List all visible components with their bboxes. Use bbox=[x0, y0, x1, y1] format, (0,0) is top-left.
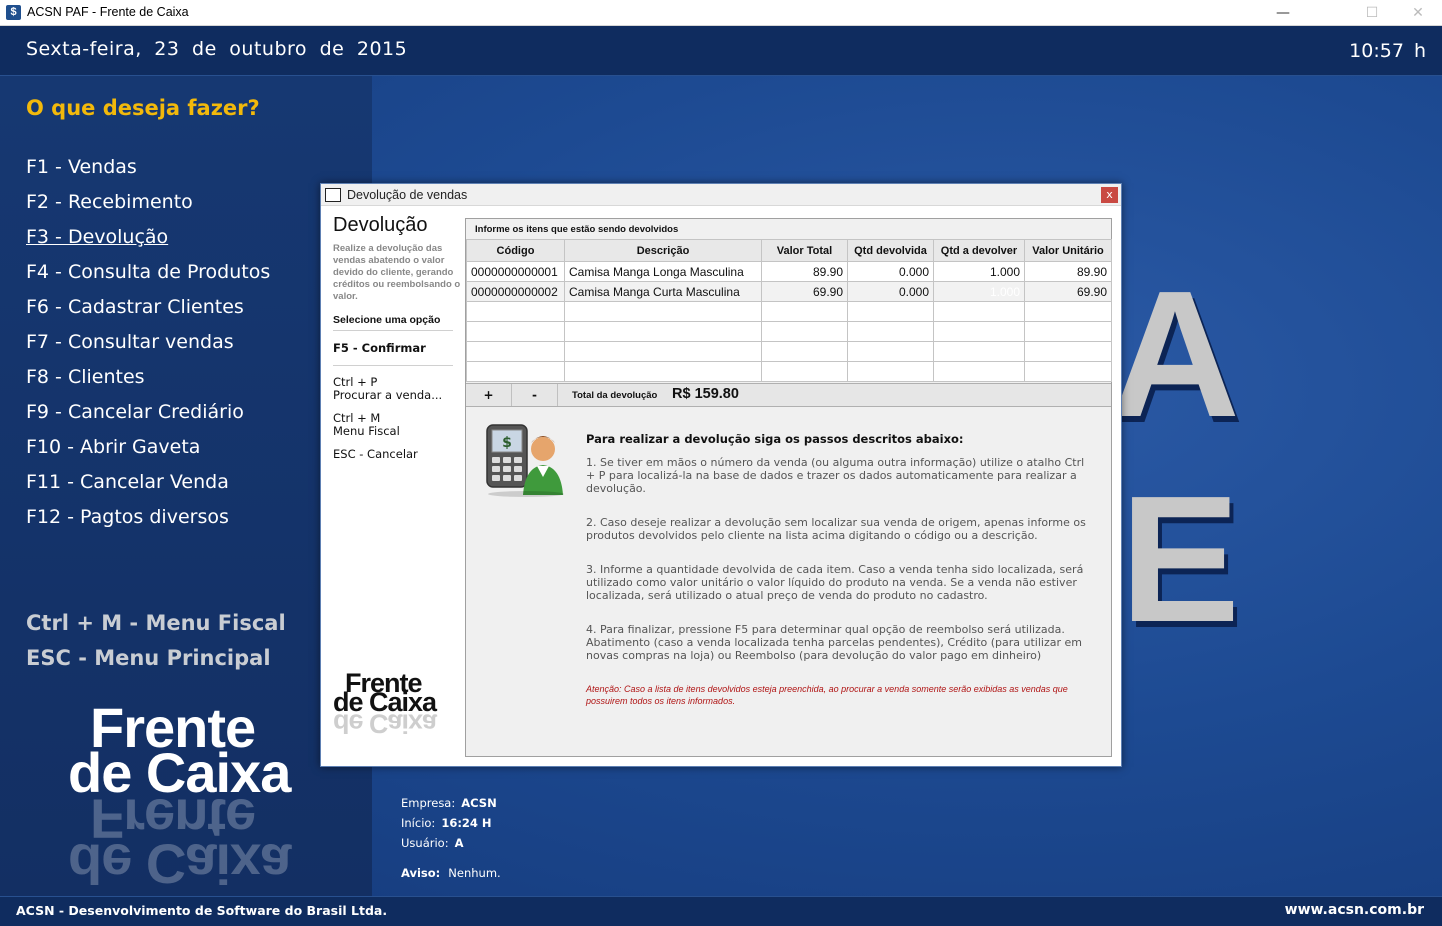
cell-qtd-devolvida[interactable]: 0.000 bbox=[847, 261, 934, 282]
sidebar-item-abrir-gaveta[interactable]: F10 - Abrir Gaveta bbox=[26, 436, 200, 458]
sidebar-item-clientes[interactable]: F8 - Clientes bbox=[26, 366, 145, 388]
background-letter-a: A bbox=[1110, 254, 1240, 455]
grid-toolbar: + - Total da devolução R$ 159.80 bbox=[466, 383, 1111, 407]
table-row-empty[interactable] bbox=[466, 341, 1112, 362]
remove-item-button[interactable]: - bbox=[512, 384, 558, 406]
column-header[interactable]: Descrição bbox=[564, 239, 762, 262]
dialog-window-icon bbox=[325, 188, 341, 202]
help-warning: Atenção: Caso a lista de itens devolvido… bbox=[586, 684, 1068, 706]
sidebar-item-recebimento[interactable]: F2 - Recebimento bbox=[26, 191, 193, 213]
cell-qtd-devolvida[interactable]: 0.000 bbox=[847, 281, 934, 302]
brand-logo: Frente de Caixa de Caixa Frente bbox=[68, 700, 291, 896]
column-header[interactable]: Qtd devolvida bbox=[847, 239, 934, 262]
cell-valor-unitario[interactable]: 89.90 bbox=[1024, 261, 1112, 282]
items-panel: Informe os itens que estão sendo devolvi… bbox=[465, 218, 1112, 757]
svg-text:$: $ bbox=[502, 435, 512, 451]
total-label: Total da devolução bbox=[572, 390, 658, 401]
window-title: ACSN PAF - Frente de Caixa bbox=[27, 5, 189, 19]
help-title: Para realizar a devolução siga os passos… bbox=[586, 432, 964, 446]
confirm-command[interactable]: F5 - Confirmar bbox=[333, 342, 426, 355]
devolucao-dialog: Devolução de vendas x Devolução Realize … bbox=[320, 183, 1122, 767]
info-aviso: Aviso: Nenhum. bbox=[401, 866, 501, 880]
shortcut-menu-fiscal[interactable]: Ctrl + M - Menu Fiscal bbox=[26, 611, 286, 635]
search-sale-command[interactable]: Ctrl + P Procurar a venda... bbox=[333, 376, 442, 402]
cell-codigo[interactable]: 0000000000001 bbox=[466, 261, 565, 282]
help-text: Para realizar a devolução siga os passos… bbox=[586, 433, 1096, 707]
sidebar-item-cancelar-crediario[interactable]: F9 - Cancelar Crediário bbox=[26, 401, 244, 423]
sidebar-item-cadastrar-clientes[interactable]: F6 - Cadastrar Clientes bbox=[26, 296, 244, 318]
sidebar-item-devolucao[interactable]: F3 - Devolução bbox=[26, 226, 168, 248]
cancel-command[interactable]: ESC - Cancelar bbox=[333, 448, 418, 461]
header-bar: Sexta-feira, 23 de outubro de 2015 10:57… bbox=[0, 26, 1442, 76]
add-item-button[interactable]: + bbox=[466, 384, 512, 406]
select-option-label: Selecione uma opção bbox=[333, 314, 441, 326]
help-step: 1. Se tiver em mãos o número da venda (o… bbox=[586, 456, 1085, 495]
help-step: 3. Informe a quantidade devolvida de cad… bbox=[586, 563, 1084, 602]
minimize-icon[interactable]: — bbox=[1260, 0, 1306, 26]
current-time: 10:57 h bbox=[1349, 40, 1426, 62]
menu-fiscal-command[interactable]: Ctrl + M Menu Fiscal bbox=[333, 412, 400, 438]
dialog-side-panel: Devolução Realize a devolução das vendas… bbox=[333, 214, 463, 461]
table-row[interactable]: 0000000000001 Camisa Manga Longa Masculi… bbox=[466, 261, 1112, 282]
dialog-brand-logo: Frente de Caixa de Caixa bbox=[333, 668, 437, 739]
cell-qtd-a-devolver[interactable]: 1.000 bbox=[933, 261, 1025, 282]
divider bbox=[333, 330, 453, 331]
footer-bar: ACSN - Desenvolvimento de Software do Br… bbox=[0, 896, 1442, 926]
current-date: Sexta-feira, 23 de outubro de 2015 bbox=[26, 38, 408, 60]
help-step: 2. Caso deseje realizar a devolução sem … bbox=[586, 516, 1086, 542]
items-table[interactable]: Código Descrição Valor Total Qtd devolvi… bbox=[466, 239, 1112, 382]
footer-url[interactable]: www.acsn.com.br bbox=[1285, 902, 1424, 918]
info-empresa: Empresa: ACSN bbox=[401, 796, 497, 810]
dialog-titlebar: Devolução de vendas x bbox=[321, 184, 1121, 206]
info-usuario: Usuário: A bbox=[401, 836, 464, 850]
cell-valor-total[interactable]: 89.90 bbox=[761, 261, 848, 282]
maximize-icon[interactable]: ☐ bbox=[1349, 0, 1395, 26]
background-letter-e: E bbox=[1120, 459, 1241, 660]
cell-valor-total[interactable]: 69.90 bbox=[761, 281, 848, 302]
cell-descricao[interactable]: Camisa Manga Curta Masculina bbox=[564, 281, 762, 302]
footer-company: ACSN - Desenvolvimento de Software do Br… bbox=[16, 903, 388, 918]
sidebar-item-vendas[interactable]: F1 - Vendas bbox=[26, 156, 137, 178]
table-row-empty[interactable] bbox=[466, 301, 1112, 322]
column-header[interactable]: Qtd a devolver bbox=[933, 239, 1025, 262]
info-inicio: Início: 16:24 H bbox=[401, 816, 492, 830]
sidebar-item-cancelar-venda[interactable]: F11 - Cancelar Venda bbox=[26, 471, 229, 493]
table-row[interactable]: 0000000000002 Camisa Manga Curta Masculi… bbox=[466, 281, 1112, 302]
table-header-row: Código Descrição Valor Total Qtd devolvi… bbox=[466, 239, 1112, 262]
column-header[interactable]: Valor Unitário bbox=[1024, 239, 1112, 262]
column-header[interactable]: Valor Total bbox=[761, 239, 848, 262]
brand-reflection: de Caixa Frente bbox=[68, 787, 291, 896]
close-icon[interactable]: ✕ bbox=[1395, 0, 1441, 26]
cell-descricao[interactable]: Camisa Manga Longa Masculina bbox=[564, 261, 762, 282]
total-value: R$ 159.80 bbox=[672, 386, 739, 402]
dialog-close-icon[interactable]: x bbox=[1101, 187, 1118, 203]
help-step: 4. Para finalizar, pressione F5 para det… bbox=[586, 623, 1082, 662]
table-row-empty[interactable] bbox=[466, 361, 1112, 382]
window-titlebar: $ ACSN PAF - Frente de Caixa — ☐ ✕ bbox=[0, 0, 1442, 26]
cell-valor-unitario[interactable]: 69.90 bbox=[1024, 281, 1112, 302]
sidebar-item-consulta-produtos[interactable]: F4 - Consulta de Produtos bbox=[26, 261, 270, 283]
sidebar-question: O que deseja fazer? bbox=[26, 96, 260, 120]
dialog-description: Realize a devolução das vendas abatendo … bbox=[333, 243, 461, 302]
divider bbox=[333, 365, 453, 366]
sidebar-item-pagtos-diversos[interactable]: F12 - Pagtos diversos bbox=[26, 506, 229, 528]
dialog-heading: Devolução bbox=[333, 214, 428, 236]
cell-qtd-a-devolver-selected[interactable]: 1.000 bbox=[933, 281, 1025, 302]
app-dollar-icon: $ bbox=[6, 5, 21, 20]
shortcut-menu-principal[interactable]: ESC - Menu Principal bbox=[26, 646, 271, 670]
table-row-empty[interactable] bbox=[466, 321, 1112, 342]
cell-codigo[interactable]: 0000000000002 bbox=[466, 281, 565, 302]
dialog-title: Devolução de vendas bbox=[347, 188, 468, 202]
column-header[interactable]: Código bbox=[466, 239, 565, 262]
grid-title: Informe os itens que estão sendo devolvi… bbox=[475, 224, 679, 235]
cashier-person-icon: $ bbox=[486, 424, 564, 497]
sidebar-item-consultar-vendas[interactable]: F7 - Consultar vendas bbox=[26, 331, 234, 353]
sidebar: O que deseja fazer? F1 - Vendas F2 - Rec… bbox=[0, 76, 372, 896]
